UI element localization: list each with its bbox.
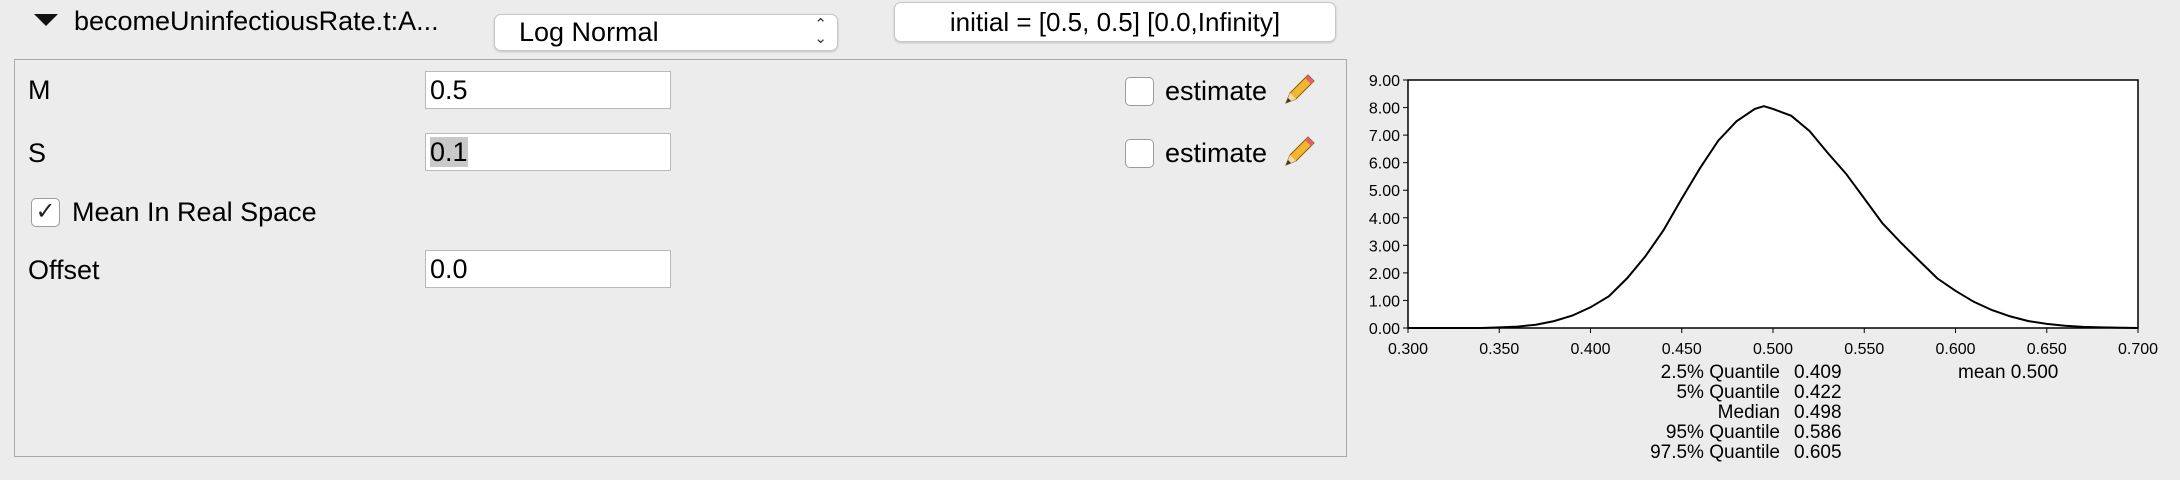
y-tick-label: 7.00 (1369, 128, 1400, 145)
m-label: M (28, 75, 51, 105)
plot-area (1407, 79, 2139, 329)
quantile-row: 97.5% Quantile 0.605 (1560, 442, 1842, 463)
s-label: S (28, 138, 47, 168)
quantile-name: 2.5% Quantile (1660, 362, 1780, 383)
x-tick-label: 0.600 (1935, 341, 1975, 358)
quantile-value: 0.605 (1794, 442, 1842, 463)
y-tick-label: 9.00 (1369, 73, 1400, 90)
y-tick-label: 2.00 (1369, 266, 1400, 283)
quantile-name: 97.5% Quantile (1650, 442, 1780, 463)
x-tick-label: 0.700 (2118, 341, 2158, 358)
x-tick-label: 0.500 (1753, 341, 1793, 358)
quantile-row: 5% Quantile 0.422 (1560, 382, 1842, 403)
y-tick-label: 1.00 (1369, 293, 1400, 310)
pencil-icon[interactable] (1282, 73, 1316, 107)
y-tick-label: 6.00 (1369, 156, 1400, 173)
quantile-value: 0.409 (1794, 362, 1842, 383)
quantile-row: 95% Quantile 0.586 (1560, 423, 1842, 443)
offset-label: Offset (28, 255, 100, 285)
distribution-select[interactable]: Log Normal ⌃ ⌄ (494, 14, 838, 51)
parameter-panel (14, 59, 1347, 457)
s-input[interactable]: 0.1 (425, 133, 671, 171)
y-tick-label: 4.00 (1369, 211, 1400, 228)
x-tick-label: 0.450 (1662, 341, 1702, 358)
m-estimate-label: estimate (1165, 76, 1268, 106)
checkmark-icon: ✓ (35, 198, 56, 225)
quantile-name: Median (1717, 402, 1780, 423)
y-tick-label: 3.00 (1369, 238, 1400, 255)
quantile-value: 0.498 (1794, 402, 1842, 423)
pencil-icon[interactable] (1282, 135, 1316, 169)
y-tick-label: 0.00 (1369, 321, 1400, 338)
x-tick-label: 0.400 (1570, 341, 1610, 358)
s-input-selected-text: 0.1 (430, 137, 468, 167)
y-tick-label: 5.00 (1369, 183, 1400, 200)
m-input[interactable]: 0.5 (425, 71, 671, 109)
y-tick-label: 8.00 (1369, 101, 1400, 118)
initial-value-button[interactable]: initial = [0.5, 0.5] [0.0,Infinity] (894, 2, 1336, 42)
m-estimate-checkbox[interactable] (1125, 77, 1154, 106)
mean-real-space-label: Mean In Real Space (72, 197, 317, 227)
x-tick-label: 0.650 (2027, 341, 2067, 358)
updown-chevron-icon: ⌃ ⌄ (814, 16, 827, 47)
quantile-value: 0.586 (1794, 422, 1842, 443)
quantile-row: Median 0.498 (1560, 403, 1842, 423)
quantile-stats: 2.5% Quantile 0.409 5% Quantile 0.422 Median… (1560, 363, 1842, 463)
quantile-value: 0.422 (1794, 382, 1842, 403)
quantile-name: 95% Quantile (1665, 422, 1780, 443)
s-estimate-label: estimate (1165, 138, 1268, 168)
offset-input[interactable]: 0.0 (425, 250, 671, 288)
collapse-arrow-icon[interactable] (34, 14, 58, 26)
x-tick-label: 0.550 (1844, 341, 1884, 358)
distribution-select-value: Log Normal (519, 17, 659, 47)
mean-stat: mean 0.500 (1958, 362, 2059, 383)
s-estimate-checkbox[interactable] (1125, 139, 1154, 168)
x-tick-label: 0.350 (1479, 341, 1519, 358)
parameter-title: becomeUninfectiousRate.t:A... (74, 6, 439, 36)
mean-real-space-checkbox[interactable]: ✓ (31, 198, 60, 227)
quantile-name: 5% Quantile (1676, 382, 1780, 403)
quantile-row: 2.5% Quantile 0.409 (1560, 363, 1842, 383)
distribution-chart: 0.00 1.00 2.00 3.00 4.00 5.00 6.00 7.00 8.00 9.00… (1369, 73, 2158, 358)
x-tick-label: 0.300 (1388, 341, 1428, 358)
